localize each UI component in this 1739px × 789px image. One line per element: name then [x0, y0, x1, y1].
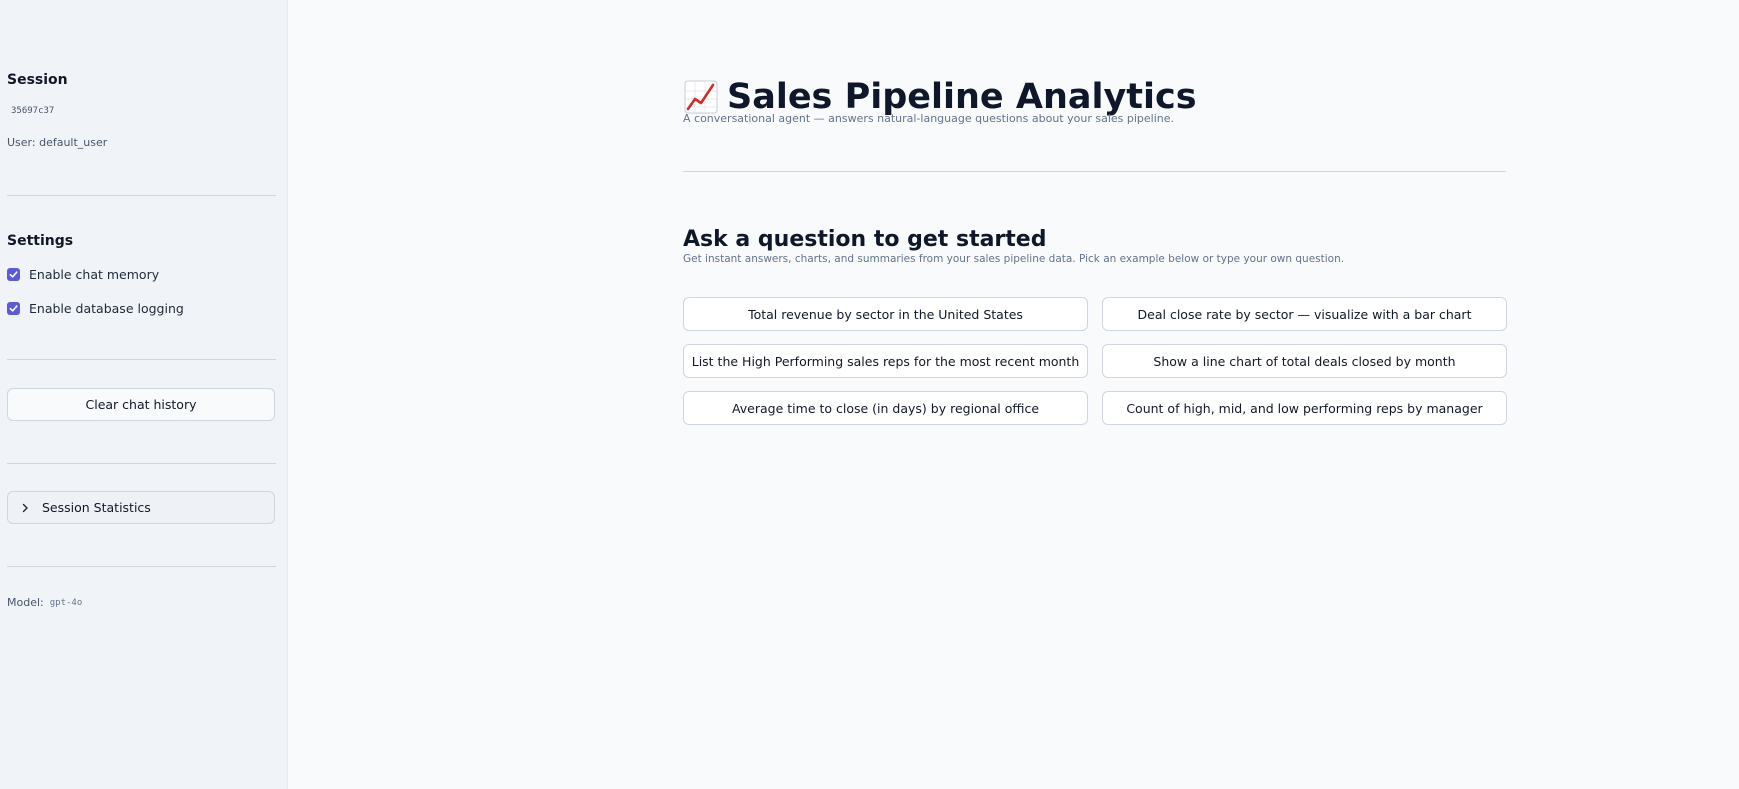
example-question-button[interactable]: Deal close rate by sector — visualize wi… [1102, 297, 1507, 331]
example-question-button[interactable]: Total revenue by sector in the United St… [683, 297, 1088, 331]
chat-memory-label: Enable chat memory [29, 267, 160, 282]
main-divider [683, 171, 1506, 172]
chevron-right-icon [20, 503, 42, 513]
example-question-button[interactable]: Count of high, mid, and low performing r… [1102, 391, 1507, 425]
chart-increasing-icon [684, 80, 718, 114]
session-statistics-label: Session Statistics [42, 500, 151, 515]
chat-memory-checkbox-row[interactable]: Enable chat memory [7, 267, 159, 282]
sidebar-divider [7, 463, 276, 464]
sidebar-divider [7, 195, 276, 196]
example-question-button[interactable]: Average time to close (in days) by regio… [683, 391, 1088, 425]
db-logging-label: Enable database logging [29, 301, 184, 316]
session-id: 35697c37 [11, 106, 55, 116]
page-subtitle: A conversational agent — answers natural… [683, 112, 1175, 125]
check-icon [9, 271, 18, 278]
sidebar-divider [7, 566, 276, 567]
model-label: Model: [7, 596, 44, 609]
settings-heading: Settings [7, 233, 74, 249]
session-heading: Session [7, 72, 68, 88]
section-description: Get instant answers, charts, and summari… [683, 253, 1345, 265]
example-question-button[interactable]: Show a line chart of total deals closed … [1102, 344, 1507, 378]
app-root: Session 35697c37 User: default_user Sett… [0, 0, 1739, 789]
session-statistics-expander[interactable]: Session Statistics [7, 491, 275, 524]
clear-chat-history-button[interactable]: Clear chat history [7, 388, 275, 421]
user-line: User: default_user [7, 136, 108, 149]
sidebar: Session 35697c37 User: default_user Sett… [0, 0, 288, 789]
example-questions-grid: Total revenue by sector in the United St… [683, 297, 1507, 425]
chat-memory-checkbox[interactable] [7, 268, 20, 281]
check-icon [9, 305, 18, 312]
section-title: Ask a question to get started [683, 227, 1047, 253]
sidebar-divider [7, 359, 276, 360]
db-logging-checkbox[interactable] [7, 302, 20, 315]
example-question-button[interactable]: List the High Performing sales reps for … [683, 344, 1088, 378]
db-logging-checkbox-row[interactable]: Enable database logging [7, 301, 184, 316]
model-value: gpt-4o [49, 597, 83, 608]
model-line: Model: gpt-4o [7, 596, 82, 609]
